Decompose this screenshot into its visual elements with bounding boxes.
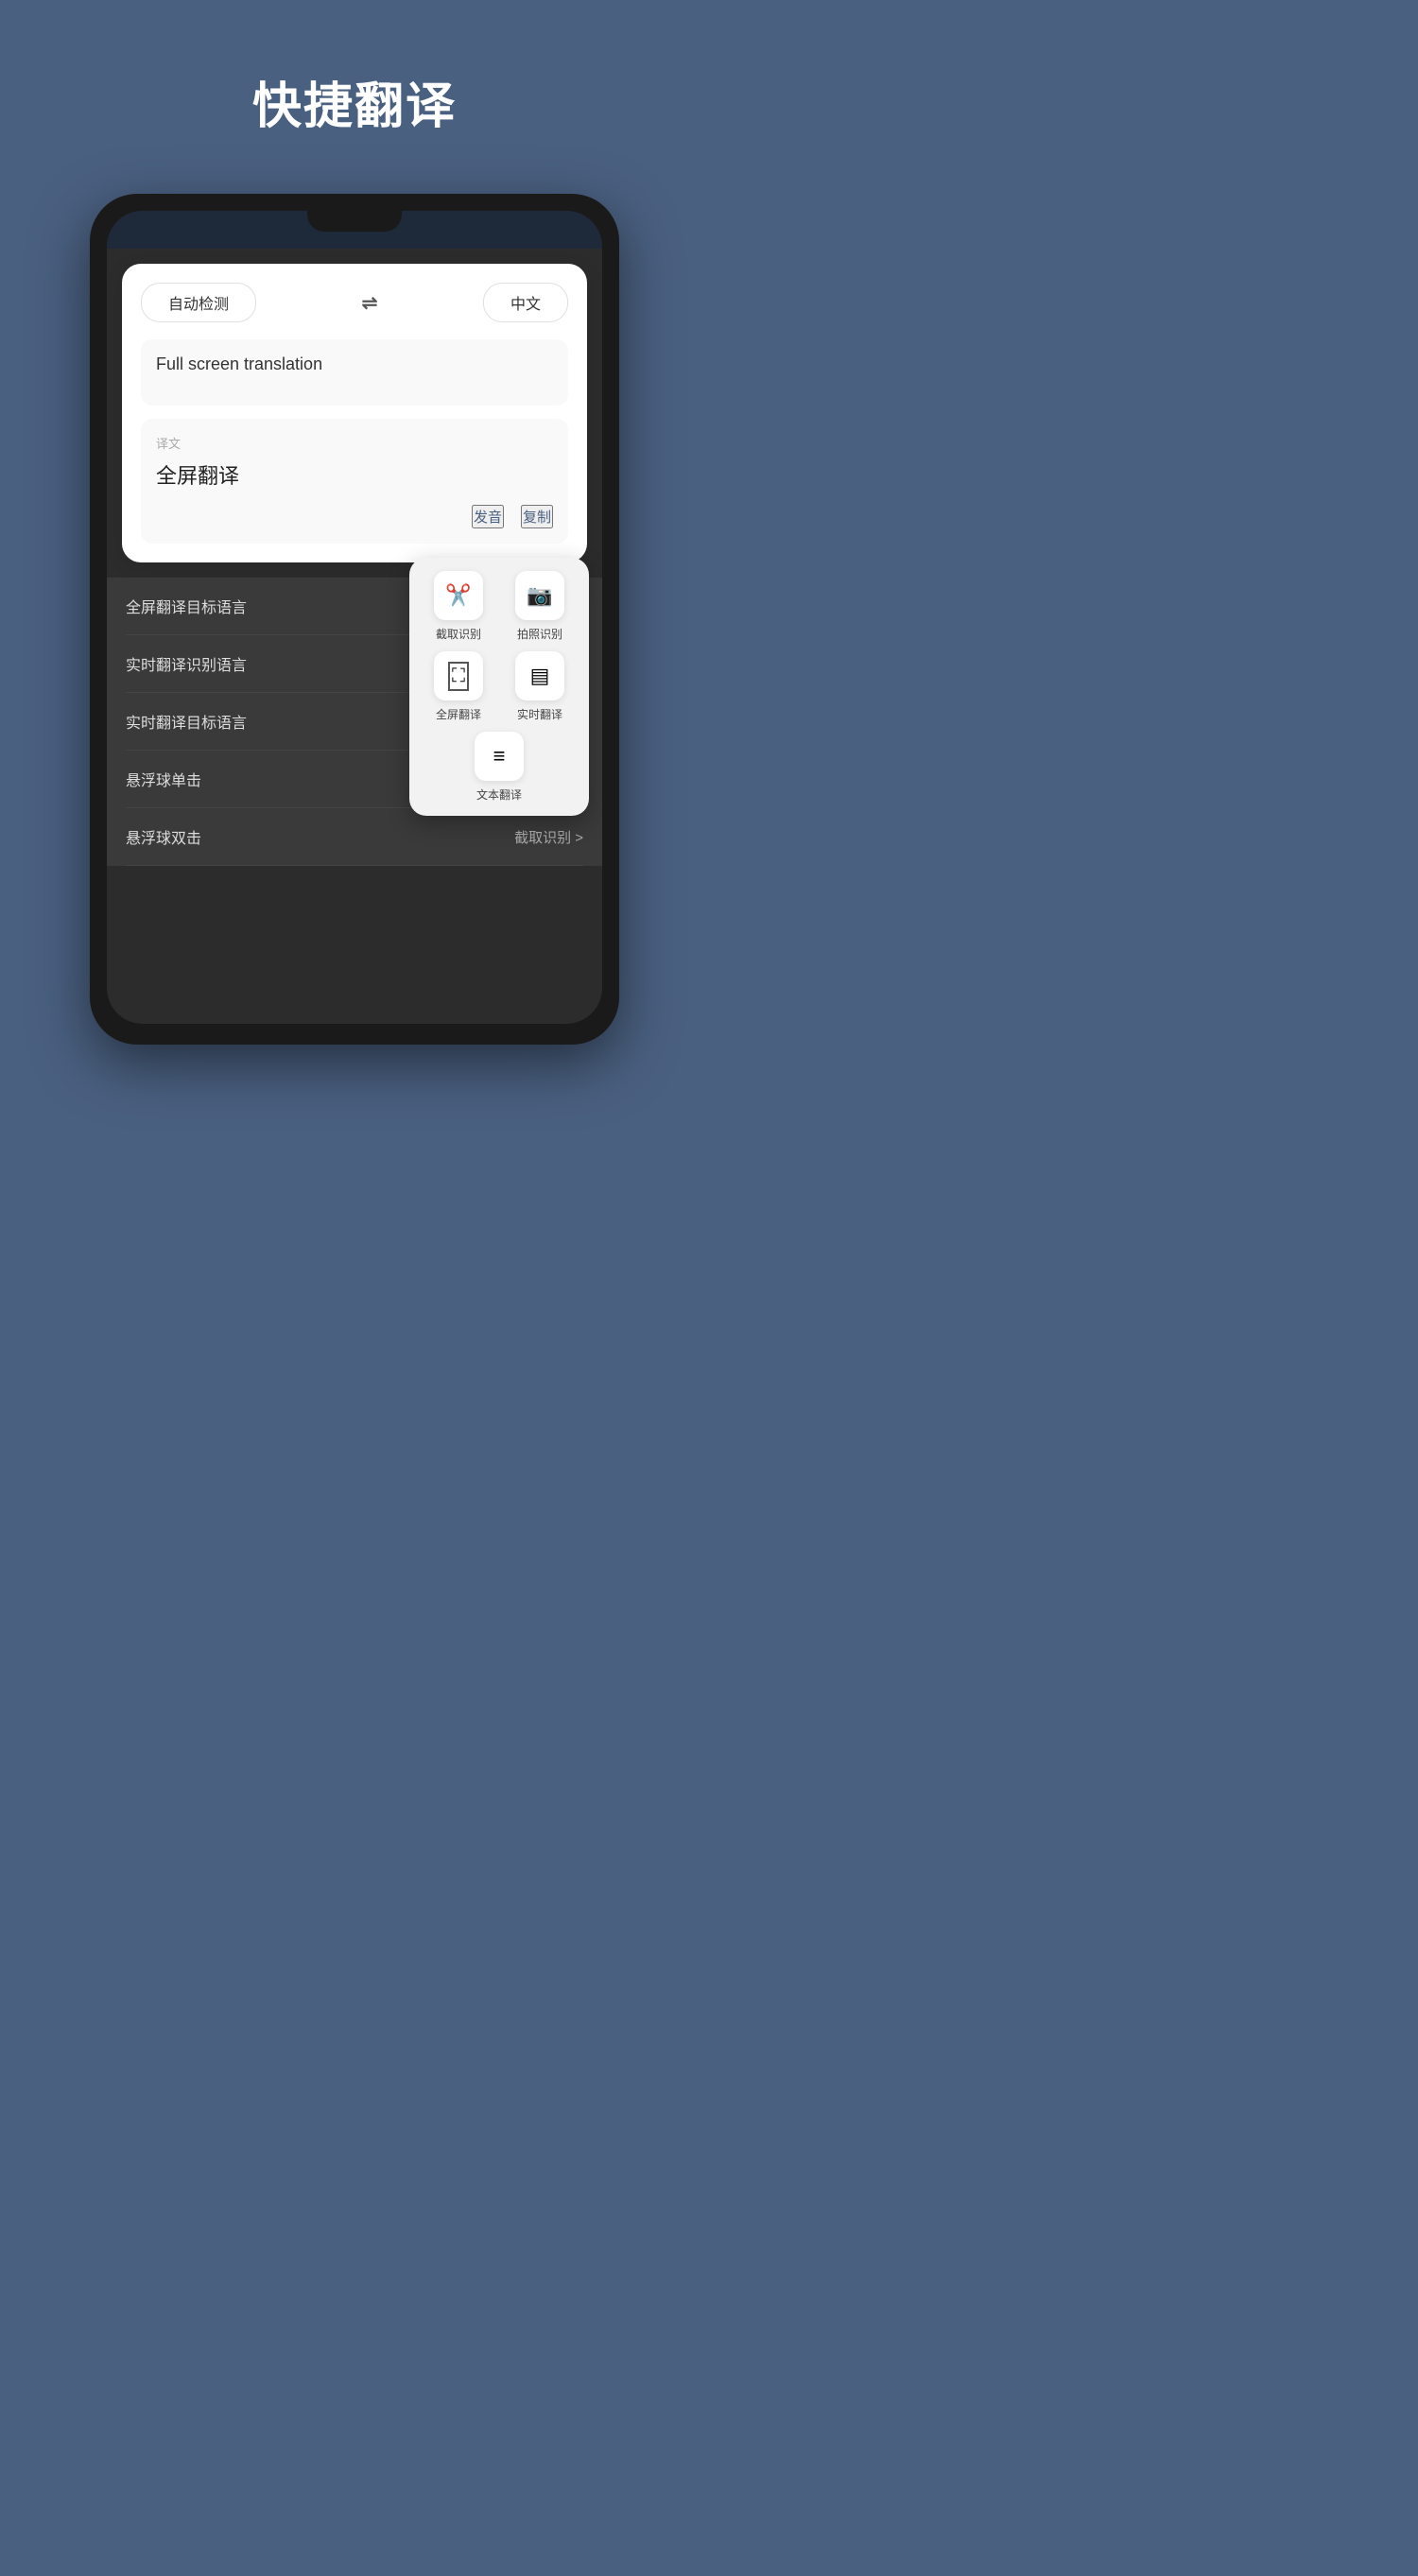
realtime-label: 实时翻译 xyxy=(517,706,562,722)
phone-notch xyxy=(307,211,402,232)
settings-row-float-double[interactable]: 悬浮球双击 截取识别 > xyxy=(126,808,583,866)
lang-row: 自动检测 ⇌ 中文 xyxy=(141,283,568,322)
photo-icon-box: 📷 xyxy=(515,571,564,620)
settings-label-float-single: 悬浮球单击 xyxy=(126,768,201,790)
settings-label-realtime-target: 实时翻译目标语言 xyxy=(126,710,247,733)
result-area: 译文 全屏翻译 发音 复制 xyxy=(141,419,568,544)
quick-action-popup: ✂️ 截取识别 📷 拍照识别 ⛶ 全屏翻译 xyxy=(409,558,589,816)
fullscreen-label: 全屏翻译 xyxy=(436,706,481,722)
phone-frame: 自动检测 ⇌ 中文 Full screen translation 译文 全屏翻… xyxy=(90,194,619,1045)
capture-icon: ✂️ xyxy=(445,583,471,608)
target-lang-button[interactable]: 中文 xyxy=(483,283,568,322)
copy-button[interactable]: 复制 xyxy=(521,505,553,528)
fullscreen-icon-box: ⛶ xyxy=(434,651,483,700)
result-text: 全屏翻译 xyxy=(156,459,553,490)
swap-icon[interactable]: ⇌ xyxy=(362,291,378,315)
translator-card: 自动检测 ⇌ 中文 Full screen translation 译文 全屏翻… xyxy=(122,264,587,562)
input-text: Full screen translation xyxy=(156,354,322,373)
pronounce-button[interactable]: 发音 xyxy=(472,505,504,528)
result-label: 译文 xyxy=(156,434,553,452)
settings-label-fullscreen-target: 全屏翻译目标语言 xyxy=(126,595,247,617)
settings-label-float-double: 悬浮球双击 xyxy=(126,825,201,848)
source-lang-button[interactable]: 自动检测 xyxy=(141,283,256,322)
text-translate-icon: ≡ xyxy=(493,744,506,769)
photo-label: 拍照识别 xyxy=(517,626,562,642)
quick-action-fullscreen[interactable]: ⛶ 全屏翻译 xyxy=(423,651,494,722)
phone-inner: 自动检测 ⇌ 中文 Full screen translation 译文 全屏翻… xyxy=(107,211,602,1024)
quick-action-capture[interactable]: ✂️ 截取识别 xyxy=(423,571,494,642)
realtime-icon: ▤ xyxy=(530,664,550,688)
settings-label-realtime-source: 实时翻译识别语言 xyxy=(126,652,247,675)
capture-icon-box: ✂️ xyxy=(434,571,483,620)
fullscreen-icon: ⛶ xyxy=(448,662,469,691)
text-translate-icon-box: ≡ xyxy=(475,732,524,781)
result-actions: 发音 复制 xyxy=(156,505,553,528)
quick-action-text-translate[interactable]: ≡ 文本翻译 xyxy=(423,732,576,803)
quick-action-photo[interactable]: 📷 拍照识别 xyxy=(504,571,576,642)
photo-icon: 📷 xyxy=(527,583,552,608)
page-title: 快捷翻译 xyxy=(252,66,457,137)
quick-action-grid: ✂️ 截取识别 📷 拍照识别 ⛶ 全屏翻译 xyxy=(423,571,576,722)
capture-label: 截取识别 xyxy=(436,626,481,642)
input-area[interactable]: Full screen translation xyxy=(141,339,568,406)
phone-notch-bar xyxy=(107,211,602,249)
realtime-icon-box: ▤ xyxy=(515,651,564,700)
text-translate-label: 文本翻译 xyxy=(476,787,522,803)
settings-value-float-double: 截取识别 > xyxy=(514,827,583,847)
quick-action-realtime[interactable]: ▤ 实时翻译 xyxy=(504,651,576,722)
